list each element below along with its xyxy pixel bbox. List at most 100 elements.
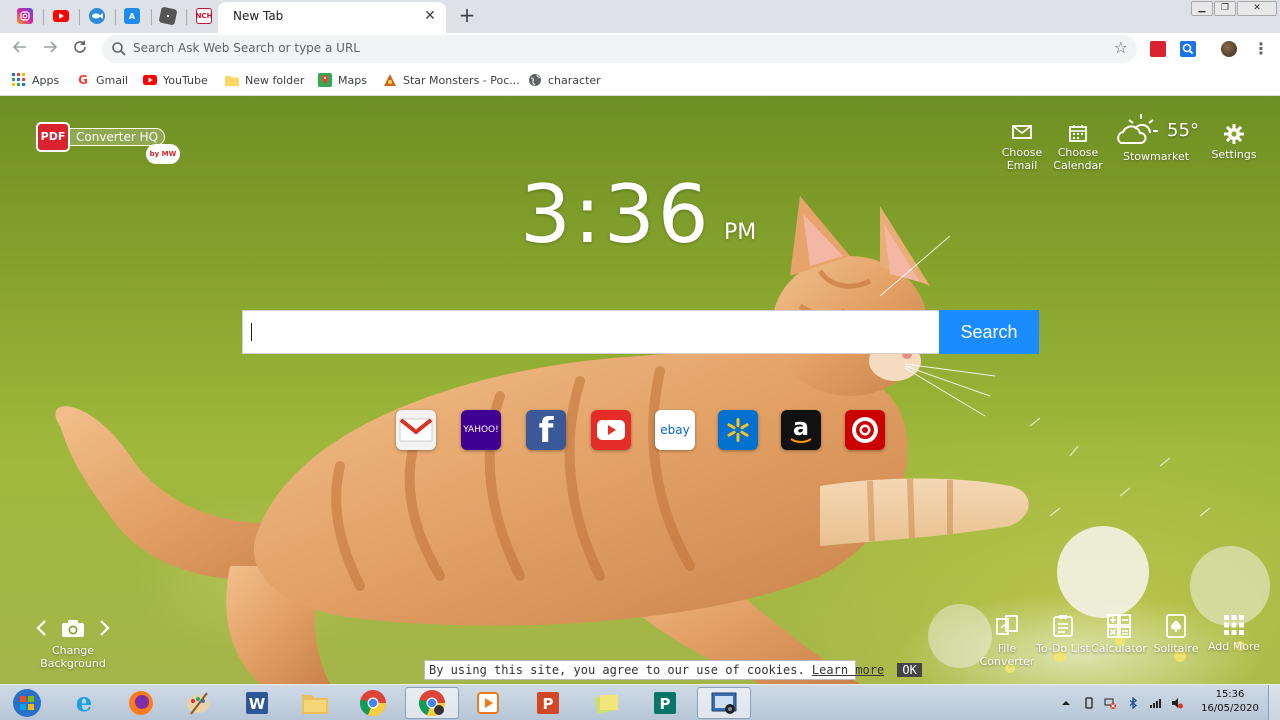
show-desktop-button[interactable] [1268,685,1280,720]
close-tab-icon[interactable]: ✕ [422,8,438,24]
yahoo-logo-text: YAHOO! [463,425,499,435]
tab-separator [186,9,187,25]
partly-cloudy-icon [1117,114,1159,144]
bookmark-star-monsters[interactable]: Star Monsters - Poc... [383,71,520,89]
facebook-link[interactable]: f [526,410,566,450]
file-explorer-taskbar[interactable] [288,687,342,719]
bookmark-character[interactable]: character [528,71,601,89]
pinned-tab-roblox[interactable] [153,5,183,27]
firefox-icon [129,691,153,715]
bookmark-star-icon[interactable]: ☆ [1114,38,1128,57]
pinned-tab-nch[interactable]: NCH [189,5,219,27]
bookmark-maps[interactable]: Maps [318,71,367,89]
target-link[interactable] [845,410,885,450]
word-taskbar[interactable]: W [230,687,284,719]
bookmark-label: Maps [338,73,367,87]
settings-button[interactable]: Settings [1204,124,1264,161]
system-clock[interactable]: 15:36 16/05/2020 [1196,688,1264,716]
device-icon[interactable] [1083,697,1095,709]
logo-pdf-badge: PDF [36,122,70,152]
start-button[interactable] [0,687,54,719]
search-input[interactable] [242,310,940,354]
add-more-button[interactable]: Add More [1204,614,1264,653]
restore-button[interactable]: ❐ [1214,1,1236,16]
publisher-taskbar[interactable]: P [638,687,692,719]
bookmark-new-folder[interactable]: New folder [225,71,304,89]
previous-background-icon[interactable] [35,619,47,637]
gear-icon [1224,124,1244,144]
sticky-notes-taskbar[interactable] [580,687,634,719]
facebook-logo-text: f [538,411,554,450]
cookie-ok-button[interactable]: OK [897,663,922,677]
solitaire-button[interactable]: Solitaire [1146,614,1206,655]
todo-list-button[interactable]: To-Do List [1033,614,1093,655]
camera-icon[interactable] [61,618,85,638]
walmart-spark-icon [727,418,749,442]
active-tab[interactable]: New Tab ✕ [218,2,446,33]
forward-button[interactable] [40,39,60,59]
grid-icon [1224,615,1244,635]
gmail-link[interactable] [396,410,436,450]
publisher-icon: P [654,692,676,714]
walmart-link[interactable] [718,410,758,450]
bluetooth-icon[interactable] [1127,697,1139,709]
yahoo-link[interactable]: YAHOO! [461,410,501,450]
bookmark-label: Gmail [96,73,129,87]
next-background-icon[interactable] [99,619,111,637]
system-date: 16/05/2020 [1201,703,1259,714]
signal-strength-icon[interactable] [1149,697,1161,709]
pinned-tab-youtube[interactable] [46,5,76,27]
apps-grid-icon [12,73,26,87]
paint-taskbar[interactable] [171,687,225,719]
back-button[interactable] [10,39,30,59]
search-button[interactable]: Search [939,310,1039,354]
tool-label: Choose Email [1001,146,1043,172]
file-converter-button[interactable]: File Converter [977,614,1037,668]
text-caret [251,323,252,341]
recorder-taskbar[interactable] [697,687,751,719]
pinned-tab-instagram[interactable] [10,5,40,27]
profile-avatar[interactable] [1221,41,1237,57]
firefox-taskbar[interactable] [114,687,168,719]
pdf-converter-extension-icon[interactable] [1150,41,1166,57]
powerpoint-taskbar[interactable]: P [521,687,575,719]
youtube-link[interactable] [591,410,631,450]
weather-location: Stowmarket [1122,150,1190,163]
network-warning-icon[interactable] [1104,697,1116,709]
choose-calendar-button[interactable]: Choose Calendar [1048,124,1108,172]
show-hidden-icons[interactable] [1060,697,1072,709]
instagram-icon [17,8,33,24]
change-background-label[interactable]: Change Background [18,644,128,670]
amazon-link[interactable]: a [781,410,821,450]
pdf-converter-hq-logo[interactable]: PDF Converter HQ by MW [36,122,186,166]
address-bar[interactable]: Search Ask Web Search or type a URL ☆ [102,35,1137,63]
bookmark-gmail[interactable]: G Gmail [76,71,128,89]
close-window-button[interactable]: ✕ [1237,1,1277,16]
roblox-icon [158,6,178,26]
amazon-smile-icon [790,438,812,443]
minimize-button[interactable]: ▁ [1191,1,1213,16]
screen-recorder-icon [711,692,737,714]
pinned-tab-fish[interactable] [82,5,112,27]
reload-button[interactable] [70,39,90,59]
media-player-taskbar[interactable] [461,687,515,719]
calculator-button[interactable]: Calculator [1089,614,1149,655]
folder-icon [302,695,328,714]
bookmark-youtube[interactable]: YouTube [143,71,208,89]
chrome-taskbar-active[interactable] [405,687,459,719]
bookmark-apps[interactable]: Apps [12,71,59,89]
internet-explorer-taskbar[interactable]: e [57,687,111,719]
bookmark-label: New folder [245,73,305,87]
pinned-tab-app-store[interactable]: A [117,5,147,27]
youtube-play-icon [597,420,625,440]
new-tab-button[interactable]: + [456,5,478,27]
menu-kebab-icon[interactable]: ⋮ [1251,39,1271,59]
browser-toolbar: Search Ask Web Search or type a URL ☆ ⋮ [0,33,1280,65]
ebay-link[interactable]: ebay [655,410,695,450]
learn-more-link[interactable]: Learn more [812,663,884,677]
weather-widget[interactable]: 55° Stowmarket [1108,110,1204,163]
choose-email-button[interactable]: Choose Email [992,124,1052,172]
chrome-taskbar[interactable] [346,687,400,719]
volume-muted-icon[interactable] [1171,697,1183,709]
search-extension-icon[interactable] [1180,41,1196,57]
